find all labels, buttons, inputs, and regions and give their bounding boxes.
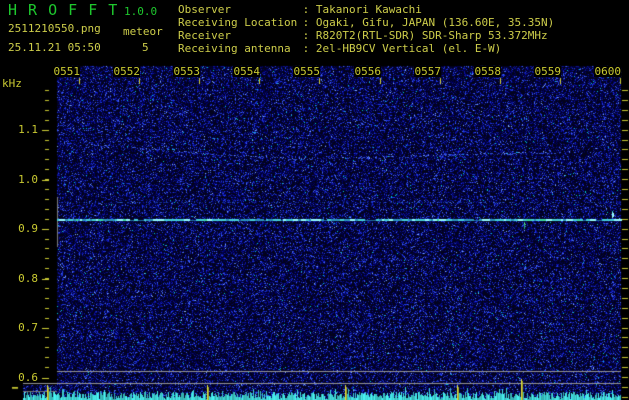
station-info-row-1: Receiving Location : Ogaki, Gifu, JAPAN … bbox=[178, 16, 554, 29]
station-info-block: Observer : Takanori Kawachi Receiving Loc… bbox=[178, 3, 554, 55]
info-separator: : bbox=[296, 29, 316, 42]
x-tick-label: 0552 bbox=[113, 65, 140, 78]
info-value: 2el-HB9CV Vertical (el. E-W) bbox=[315, 42, 502, 55]
x-tick-label: 0553 bbox=[173, 65, 200, 78]
app-title: H R O F F T bbox=[8, 1, 119, 19]
info-value: Ogaki, Gifu, JAPAN (136.60E, 35.35N) bbox=[315, 16, 555, 29]
info-value: Takanori Kawachi bbox=[315, 3, 422, 16]
x-tick-label: 0557 bbox=[414, 65, 441, 78]
info-label: Receiving Location bbox=[178, 16, 298, 29]
x-tick-label: 0556 bbox=[354, 65, 381, 78]
x-tick-label: 0551 bbox=[53, 65, 80, 78]
x-tick-label: 0559 bbox=[534, 65, 561, 78]
spectrogram-canvas bbox=[0, 0, 629, 400]
station-info-row-3: Receiving antenna : 2el-HB9CV Vertical (… bbox=[178, 42, 554, 55]
info-separator: : bbox=[296, 16, 316, 29]
y-tick-label: 0.9 bbox=[18, 222, 38, 235]
station-info-row-0: Observer : Takanori Kawachi bbox=[178, 3, 554, 16]
info-label: Receiving antenna bbox=[178, 42, 291, 55]
info-separator: : bbox=[296, 42, 316, 55]
y-tick-label: 1.1 bbox=[18, 123, 38, 136]
y-tick-label: 0.8 bbox=[18, 271, 38, 285]
observation-datetime: 25.11.21 05:50 bbox=[8, 41, 101, 54]
y-tick-label: 0.6 bbox=[18, 370, 38, 384]
x-tick-label: 0558 bbox=[474, 65, 501, 78]
y-tick-label: 0.7 bbox=[18, 321, 38, 334]
info-label: Observer bbox=[178, 3, 231, 16]
output-filename: 2511210550.png bbox=[8, 22, 101, 35]
meteor-count: 5 bbox=[142, 41, 149, 54]
x-tick-label: 0554 bbox=[233, 65, 260, 78]
khz-unit-label: kHz bbox=[2, 77, 22, 90]
app-version: 1.0.0 bbox=[124, 5, 158, 18]
x-tick-label: 0555 bbox=[293, 65, 320, 78]
info-label: Receiver bbox=[178, 29, 231, 42]
y-tick-label: 1.0 bbox=[18, 172, 38, 186]
x-tick-label: 0600 bbox=[594, 65, 621, 78]
info-separator: : bbox=[296, 3, 316, 16]
info-value: R820T2(RTL-SDR) SDR-Sharp 53.372MHz bbox=[315, 29, 548, 42]
mode-label: meteor bbox=[123, 25, 163, 38]
station-info-row-2: Receiver : R820T2(RTL-SDR) SDR-Sharp 53.… bbox=[178, 29, 554, 42]
hrofft-screen: H R O F F T 1.0.0 2511210550.png meteor … bbox=[0, 0, 629, 400]
